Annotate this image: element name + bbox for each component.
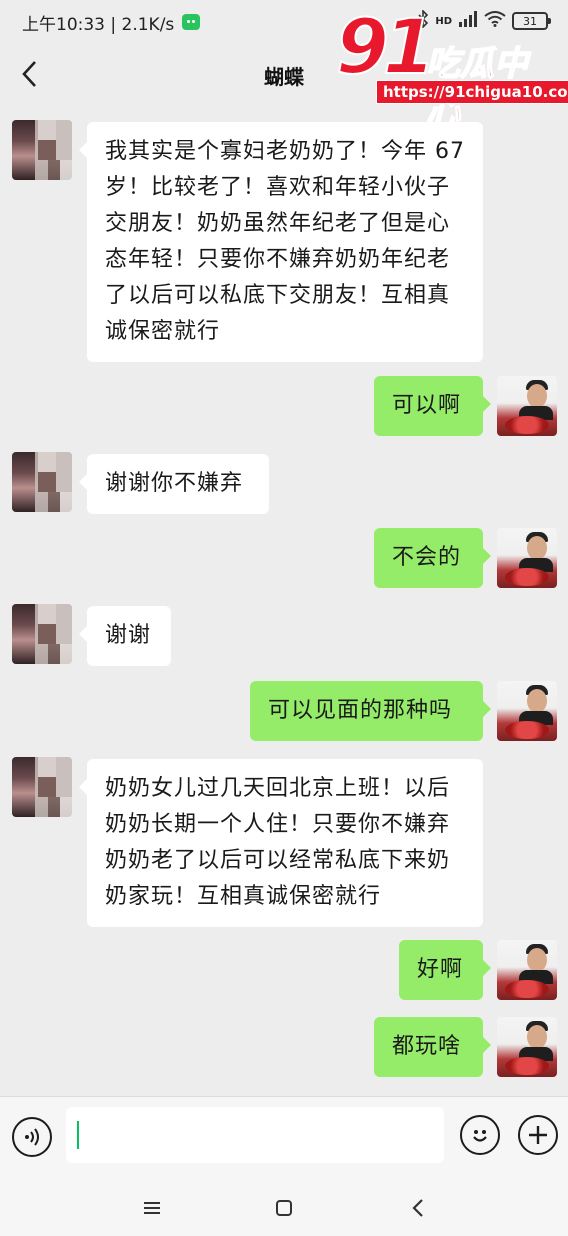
back-icon — [412, 1199, 423, 1217]
my-avatar[interactable] — [497, 940, 557, 1000]
my-avatar[interactable] — [497, 681, 557, 741]
status-bar: 上午10:33 | 2.1K/s HD 31 — [0, 0, 568, 44]
status-right: HD 31 — [417, 9, 551, 32]
voice-icon — [25, 1128, 39, 1146]
my-avatar[interactable] — [497, 376, 557, 436]
wechat-notification-icon — [182, 14, 201, 30]
message-bubble-incoming[interactable]: 谢谢 — [79, 606, 171, 666]
contact-avatar[interactable] — [12, 604, 72, 664]
battery-level: 31 — [523, 14, 537, 28]
message-bubble-outgoing[interactable]: 可以见面的那种吗 — [250, 681, 491, 741]
message-input[interactable] — [66, 1107, 444, 1163]
message-bubble-incoming[interactable]: 谢谢你不嫌弃 — [79, 454, 269, 514]
input-bar — [0, 1096, 568, 1180]
my-avatar[interactable] — [497, 528, 557, 588]
menu-icon — [144, 1202, 160, 1214]
message-bubble-incoming[interactable]: 我其实是个寡妇老奶奶了！今年 67 岁！比较老了！喜欢和年轻小伙子 交朋友！奶奶… — [79, 122, 483, 362]
chat-messages[interactable]: 我其实是个寡妇老奶奶了！今年 67 岁！比较老了！喜欢和年轻小伙子 交朋友！奶奶… — [0, 106, 568, 1096]
more-button[interactable] — [518, 1115, 558, 1155]
menu-button[interactable] — [132, 1190, 172, 1226]
voice-button[interactable] — [12, 1117, 52, 1157]
chevron-left-icon — [22, 61, 36, 87]
home-icon — [276, 1200, 292, 1216]
emoji-button[interactable] — [460, 1115, 500, 1155]
message-bubble-outgoing[interactable]: 可以啊 — [374, 376, 491, 436]
system-back-button[interactable] — [398, 1190, 438, 1226]
message-bubble-incoming[interactable]: 奶奶女儿过几天回北京上班！以后 奶奶长期一个人住！只要你不嫌弃 奶奶老了以后可以… — [79, 759, 483, 927]
my-avatar[interactable] — [497, 1017, 557, 1077]
wifi-icon — [484, 11, 506, 31]
system-nav-bar — [0, 1180, 568, 1236]
home-button[interactable] — [264, 1190, 304, 1226]
text-cursor — [77, 1121, 79, 1149]
message-bubble-outgoing[interactable]: 好啊 — [399, 940, 491, 1000]
bluetooth-icon — [417, 9, 429, 32]
message-bubble-outgoing[interactable]: 都玩啥 — [374, 1017, 491, 1077]
status-left: 上午10:33 | 2.1K/s — [22, 10, 201, 35]
status-time-speed: 上午10:33 | 2.1K/s — [22, 14, 175, 35]
contact-avatar[interactable] — [12, 452, 72, 512]
message-bubble-outgoing[interactable]: 不会的 — [374, 528, 491, 588]
emoji-icon — [473, 1130, 487, 1142]
contact-avatar[interactable] — [12, 120, 72, 180]
back-button[interactable] — [12, 56, 48, 92]
network-label: HD — [435, 15, 452, 27]
signal-icon — [458, 11, 478, 31]
contact-avatar[interactable] — [12, 757, 72, 817]
chat-header: 蝴蝶 — [0, 44, 568, 106]
plus-icon — [529, 1126, 547, 1144]
chat-title: 蝴蝶 — [264, 64, 304, 89]
battery-indicator: 31 — [512, 12, 551, 30]
